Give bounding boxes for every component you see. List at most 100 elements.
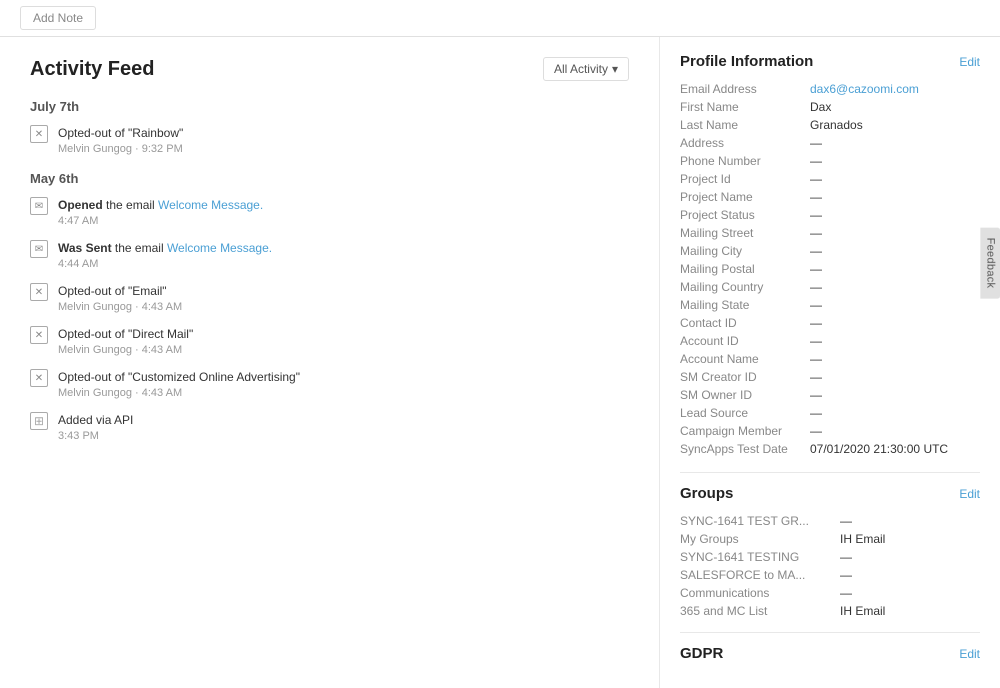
profile-row: SM Owner ID—	[680, 386, 980, 404]
group-name: 365 and MC List	[680, 602, 840, 620]
profile-row: Last NameGranados	[680, 116, 980, 134]
gdpr-section-header: GDPR Edit	[680, 645, 980, 662]
profile-field-value: —	[810, 206, 980, 224]
date-label: July 7th	[30, 99, 629, 114]
profile-row: Project Name—	[680, 188, 980, 206]
profile-field-label: Mailing State	[680, 296, 810, 314]
profile-field-label: Mailing Country	[680, 278, 810, 296]
activity-item: ⊞Added via API3:43 PM	[30, 411, 629, 442]
activity-text: Opted-out of "Email"	[58, 282, 182, 300]
profile-row: Mailing Street—	[680, 224, 980, 242]
activity-content: Opened the email Welcome Message.4:47 AM	[58, 196, 263, 227]
profile-row: Mailing Country—	[680, 278, 980, 296]
profile-field-label: Project Name	[680, 188, 810, 206]
api-icon: ⊞	[30, 412, 48, 430]
profile-field-value: —	[810, 386, 980, 404]
email-icon: ✉	[30, 240, 48, 258]
email-link[interactable]: dax6@cazoomi.com	[810, 82, 919, 96]
profile-row: Project Id—	[680, 170, 980, 188]
activity-text: Opened the email Welcome Message.	[58, 196, 263, 214]
activity-text: Opted-out of "Customized Online Advertis…	[58, 368, 300, 386]
group-value: IH Email	[840, 530, 980, 548]
profile-field-value: —	[810, 134, 980, 152]
profile-field-value: —	[810, 152, 980, 170]
activity-header: Activity Feed All Activity ▾	[30, 57, 629, 81]
profile-section-header: Profile Information Edit	[680, 53, 980, 70]
activity-filter-dropdown[interactable]: All Activity ▾	[543, 57, 629, 81]
activity-text: Opted-out of "Rainbow"	[58, 124, 183, 142]
profile-field-value: —	[810, 278, 980, 296]
profile-field-value: dax6@cazoomi.com	[810, 80, 980, 98]
optout-icon: ✕	[30, 326, 48, 344]
profile-row: Lead Source—	[680, 404, 980, 422]
right-panel: Profile Information Edit Email Addressda…	[660, 37, 1000, 688]
group-row: SALESFORCE to MA...—	[680, 566, 980, 584]
profile-field-value: —	[810, 188, 980, 206]
profile-info-table: Email Addressdax6@cazoomi.comFirst NameD…	[680, 80, 980, 458]
activity-meta: 4:47 AM	[58, 215, 263, 227]
profile-field-value: 07/01/2020 21:30:00 UTC	[810, 440, 980, 458]
optout-icon: ✕	[30, 369, 48, 387]
profile-field-label: Project Id	[680, 170, 810, 188]
gdpr-edit-link[interactable]: Edit	[959, 647, 980, 661]
activity-sections: July 7th ✕ Opted-out of "Rainbow"Melvin Gu…	[30, 99, 629, 442]
group-row: Communications—	[680, 584, 980, 602]
profile-row: Campaign Member—	[680, 422, 980, 440]
profile-field-value: —	[810, 404, 980, 422]
profile-field-label: Mailing Street	[680, 224, 810, 242]
activity-link[interactable]: Welcome Message.	[158, 198, 263, 212]
group-value: —	[840, 566, 980, 584]
main-content: Activity Feed All Activity ▾ July 7th✕Op…	[0, 37, 1000, 688]
activity-link[interactable]: Welcome Message.	[167, 241, 272, 255]
profile-field-label: SM Creator ID	[680, 368, 810, 386]
date-section: May 6th✉Opened the email Welcome Message…	[30, 171, 629, 442]
groups-section-header: Groups Edit	[680, 485, 980, 502]
feedback-tab[interactable]: Feedback	[981, 227, 1000, 298]
groups-edit-link[interactable]: Edit	[959, 487, 980, 501]
group-value: —	[840, 584, 980, 602]
activity-content: Opted-out of "Direct Mail"Melvin Gungog …	[58, 325, 193, 356]
profile-row: SyncApps Test Date07/01/2020 21:30:00 UT…	[680, 440, 980, 458]
date-section: July 7th✕Opted-out of "Rainbow"Melvin Gu…	[30, 99, 629, 155]
profile-field-value: Dax	[810, 98, 980, 116]
activity-item: ✕ Opted-out of "Customized Online Adverti…	[30, 368, 629, 399]
profile-field-value: —	[810, 422, 980, 440]
profile-row: Contact ID—	[680, 314, 980, 332]
profile-field-label: First Name	[680, 98, 810, 116]
add-note-button[interactable]: Add Note	[20, 6, 96, 30]
groups-table: SYNC-1641 TEST GR...—My GroupsIH EmailSY…	[680, 512, 980, 620]
activity-content: Opted-out of "Email"Melvin Gungog · 4:43…	[58, 282, 182, 313]
group-row: My GroupsIH Email	[680, 530, 980, 548]
activity-item: ✉Was Sent the email Welcome Message.4:44…	[30, 239, 629, 270]
profile-field-label: SM Owner ID	[680, 386, 810, 404]
profile-field-label: Mailing Postal	[680, 260, 810, 278]
activity-bold: Opened	[58, 198, 103, 212]
groups-section-title: Groups	[680, 485, 733, 502]
profile-row: Mailing City—	[680, 242, 980, 260]
group-name: Communications	[680, 584, 840, 602]
profile-field-label: Phone Number	[680, 152, 810, 170]
profile-field-value: —	[810, 224, 980, 242]
profile-field-value: —	[810, 350, 980, 368]
profile-field-value: —	[810, 332, 980, 350]
group-value: IH Email	[840, 602, 980, 620]
profile-field-value: Granados	[810, 116, 980, 134]
divider-1	[680, 472, 980, 473]
profile-field-value: —	[810, 296, 980, 314]
activity-meta: Melvin Gungog · 9:32 PM	[58, 143, 183, 155]
profile-edit-link[interactable]: Edit	[959, 55, 980, 69]
profile-row: Mailing Postal—	[680, 260, 980, 278]
group-name: SYNC-1641 TESTING	[680, 548, 840, 566]
activity-meta: 4:44 AM	[58, 258, 272, 270]
profile-field-label: Email Address	[680, 80, 810, 98]
group-name: My Groups	[680, 530, 840, 548]
profile-row: Phone Number—	[680, 152, 980, 170]
activity-content: Opted-out of "Rainbow"Melvin Gungog · 9:…	[58, 124, 183, 155]
profile-field-label: Lead Source	[680, 404, 810, 422]
activity-text: Added via API	[58, 411, 133, 429]
group-row: 365 and MC ListIH Email	[680, 602, 980, 620]
activity-item: ✕Opted-out of "Email"Melvin Gungog · 4:4…	[30, 282, 629, 313]
profile-row: First NameDax	[680, 98, 980, 116]
page-wrapper: Add Note Activity Feed All Activity ▾ Ju…	[0, 0, 1000, 688]
profile-field-label: Account ID	[680, 332, 810, 350]
